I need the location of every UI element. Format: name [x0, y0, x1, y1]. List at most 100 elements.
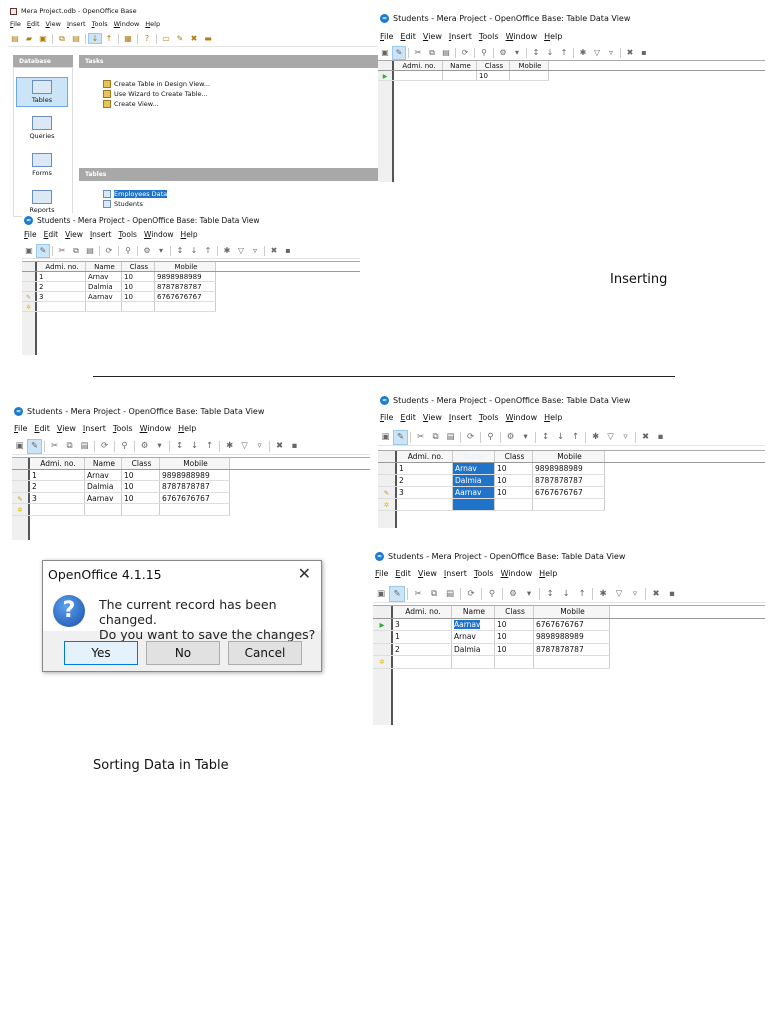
cell-name[interactable]	[85, 504, 122, 515]
sort-icon[interactable]: ↕	[542, 587, 558, 601]
table-row[interactable]: ✲	[378, 499, 605, 511]
column-header-class[interactable]: Class	[477, 61, 510, 70]
menu-tools[interactable]: Tools	[92, 20, 108, 28]
paste-icon[interactable]: ▤	[83, 245, 97, 257]
table-row[interactable]: ✲	[22, 302, 216, 312]
column-header-class[interactable]: Class	[495, 451, 533, 462]
edit-icon[interactable]: ✎	[27, 438, 42, 454]
row-selector[interactable]: ✲	[378, 499, 397, 510]
paste-icon[interactable]: ▤	[77, 440, 92, 453]
cell-mobile[interactable]	[160, 504, 230, 515]
cell-mobile[interactable]: 9898988989	[534, 631, 610, 643]
cut-icon[interactable]: ✂	[47, 440, 62, 453]
sidebar-item-tables[interactable]: Tables	[16, 77, 68, 107]
find-icon[interactable]: ⚲	[483, 431, 498, 444]
task-item[interactable]: Create View...	[103, 100, 159, 108]
autofilter-icon[interactable]: ✱	[220, 245, 234, 257]
cell-admi-no[interactable]: 2	[397, 475, 453, 486]
row-selector[interactable]	[378, 463, 397, 474]
open-object-icon[interactable]: ▭	[159, 34, 173, 43]
sort-descending-icon[interactable]: ↑	[568, 431, 583, 444]
menu-insert[interactable]: Insert	[90, 230, 112, 239]
edit-object-icon[interactable]: ✎	[173, 34, 187, 43]
cell-class[interactable]: 10	[122, 292, 155, 301]
cell-name[interactable]: Arnav	[85, 469, 122, 480]
remove-filter-icon[interactable]: ▿	[604, 47, 618, 59]
column-header-name[interactable]: Name	[453, 451, 495, 462]
standard-filter-icon[interactable]: ▽	[590, 47, 604, 59]
menu-tools[interactable]: Tools	[118, 230, 136, 239]
table-row[interactable]: 1 Arnav 10 9898988989	[12, 469, 230, 481]
cell-name[interactable]: Aarnav	[86, 292, 122, 301]
column-header-mobile[interactable]: Mobile	[160, 458, 230, 469]
menu-help[interactable]: Help	[544, 413, 562, 422]
cell-admi-no[interactable]	[394, 71, 443, 80]
cell-name[interactable]: Dalmia	[86, 282, 122, 291]
cancel-button[interactable]: Cancel	[228, 641, 302, 665]
standard-filter-icon[interactable]: ▽	[603, 431, 618, 444]
sidebar-item-queries[interactable]: Queries	[16, 114, 68, 142]
menu-view[interactable]: View	[423, 32, 442, 41]
cell-name[interactable]: Dalmia	[85, 481, 122, 492]
table-row[interactable]: 2 Dalmia 10 8787878787	[373, 643, 610, 656]
save-icon[interactable]: ▣	[22, 245, 36, 257]
menu-edit[interactable]: Edit	[400, 413, 416, 422]
delete-record-icon[interactable]: ✖	[623, 47, 637, 59]
data-grid[interactable]: Admi. no. Name Class Mobile 1 Arnav 10 98989889…	[22, 261, 360, 355]
cell-admi-no[interactable]: 2	[30, 481, 85, 492]
menu-insert[interactable]: Insert	[83, 424, 106, 433]
copy-icon[interactable]: ⧉	[428, 431, 443, 444]
cell-mobile[interactable]: 6767676767	[160, 492, 230, 503]
delete-record-icon[interactable]: ✖	[267, 245, 281, 257]
sort-ascending-icon[interactable]: ↓	[88, 33, 102, 44]
cell-admi-no[interactable]: 3	[30, 492, 85, 503]
save-icon[interactable]: ▣	[373, 587, 389, 601]
cell-mobile[interactable]: 6767676767	[155, 292, 216, 301]
cell-mobile[interactable]: 8787878787	[533, 475, 605, 486]
copy-icon[interactable]: ⧉	[69, 245, 83, 257]
cell-class[interactable]: 10	[122, 481, 160, 492]
save-icon[interactable]: ▣	[378, 47, 392, 59]
close-icon[interactable]: ✕	[298, 564, 311, 583]
sort-icon[interactable]: ↕	[538, 431, 553, 444]
cell-class[interactable]	[495, 499, 533, 510]
cell-mobile[interactable]	[533, 499, 605, 510]
cell-mobile[interactable]: 8787878787	[534, 643, 610, 655]
remove-filter-icon[interactable]: ▿	[252, 440, 267, 453]
cut-icon[interactable]: ✂	[411, 47, 425, 59]
table-row[interactable]: 1 Arnav 10 9898988989	[378, 463, 605, 475]
delete-record-icon[interactable]: ✖	[638, 431, 653, 444]
column-header-admi-no[interactable]: Admi. no.	[30, 458, 85, 469]
cell-name[interactable]: Aarnav	[452, 618, 495, 630]
dropdown-icon[interactable]: ▾	[152, 440, 167, 453]
menu-insert[interactable]: Insert	[449, 413, 472, 422]
cell-name[interactable]	[453, 499, 495, 510]
cell-name[interactable]: Arnav	[453, 463, 495, 474]
table-row[interactable]: ✎ 3 Aarnav 10 6767676767	[22, 292, 216, 302]
sort-descending-icon[interactable]: ↑	[201, 245, 215, 257]
dropdown-icon[interactable]: ▾	[518, 431, 533, 444]
cell-admi-no[interactable]: 3	[397, 487, 453, 498]
column-header-mobile[interactable]: Mobile	[534, 606, 610, 618]
menu-window[interactable]: Window	[144, 230, 174, 239]
cell-class[interactable]: 10	[122, 492, 160, 503]
column-header-class[interactable]: Class	[495, 606, 534, 618]
autofilter-icon[interactable]: ✱	[595, 587, 611, 601]
standard-filter-icon[interactable]: ▽	[611, 587, 627, 601]
menu-tools[interactable]: Tools	[479, 32, 499, 41]
menu-file[interactable]: File	[375, 569, 388, 578]
remove-filter-icon[interactable]: ▿	[627, 587, 643, 601]
dropdown-icon[interactable]: ▾	[154, 245, 168, 257]
copy-icon[interactable]: ⧉	[55, 34, 69, 44]
cell-class[interactable]: 10	[495, 475, 533, 486]
cell-name[interactable]	[86, 302, 122, 311]
form-filter-icon[interactable]: ⚙	[505, 587, 521, 601]
autofilter-icon[interactable]: ✱	[576, 47, 590, 59]
column-header-admi-no[interactable]: Admi. no.	[37, 262, 86, 271]
sort-icon[interactable]: ↕	[529, 47, 543, 59]
table-row[interactable]: ▶ 3 Aarnav 10 6767676767	[373, 618, 610, 631]
menu-edit[interactable]: Edit	[44, 230, 59, 239]
sort-icon[interactable]: ↕	[172, 440, 187, 453]
refresh-icon[interactable]: ⟳	[463, 431, 478, 444]
cell-admi-no[interactable]	[397, 499, 453, 510]
